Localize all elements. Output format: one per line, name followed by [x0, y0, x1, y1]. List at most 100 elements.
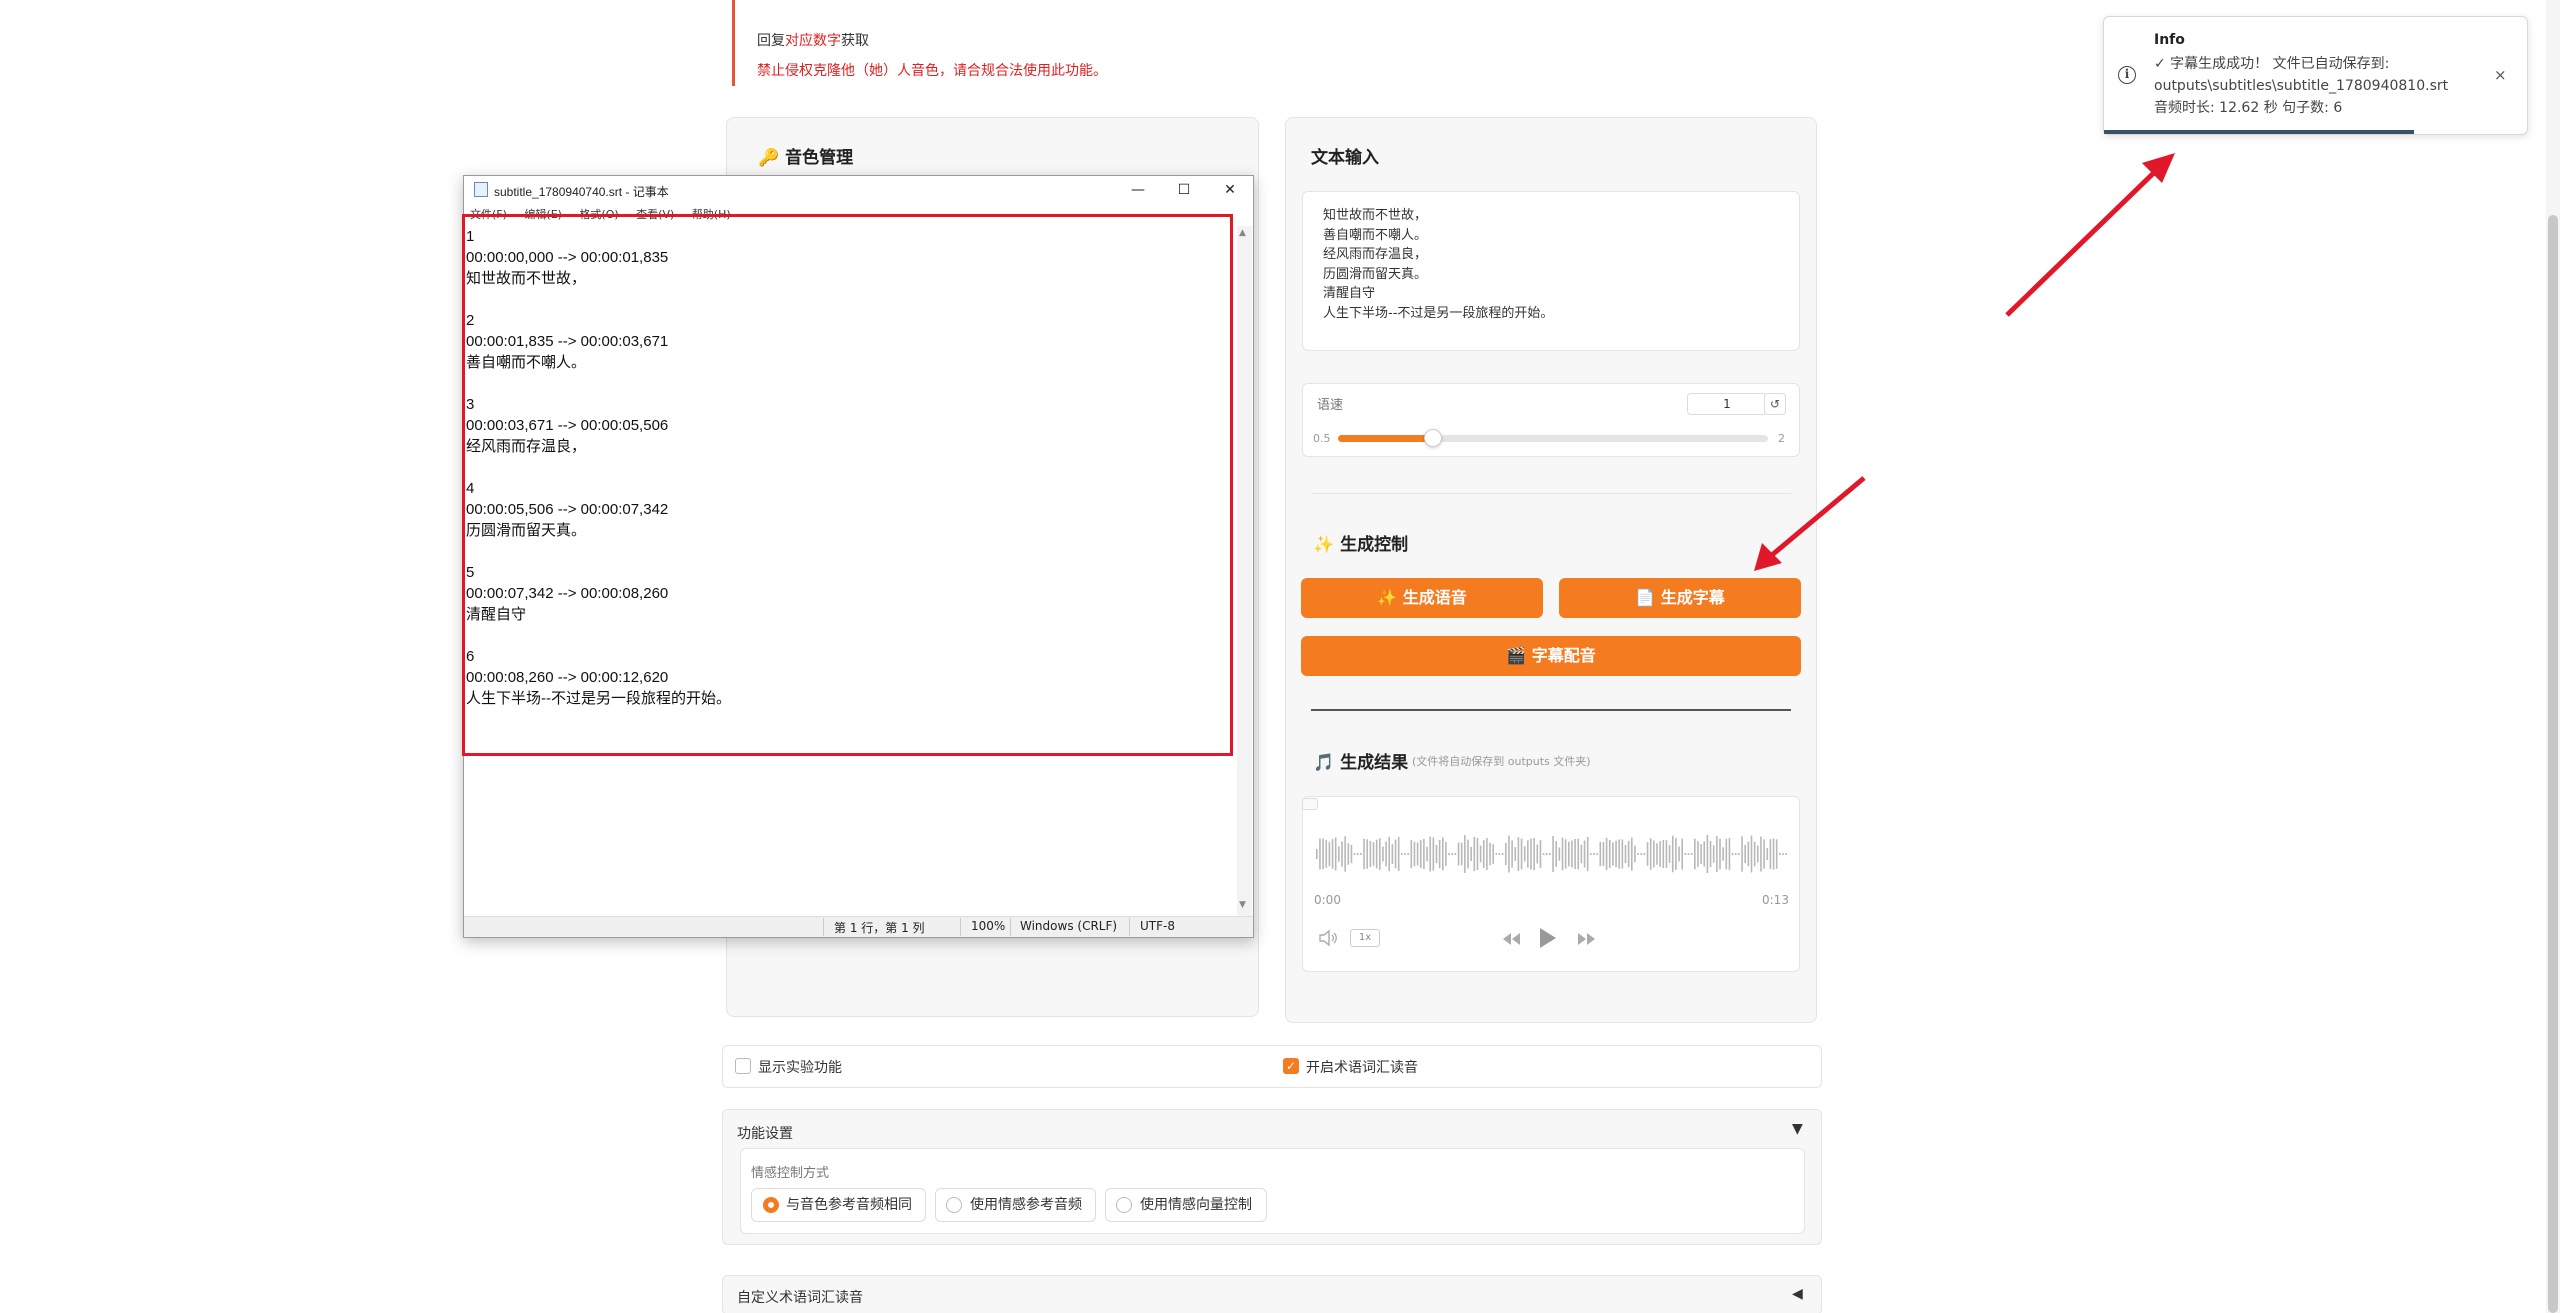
waveform-bar — [1568, 841, 1570, 867]
waveform-bar — [1363, 838, 1365, 870]
waveform-bar — [1467, 839, 1469, 869]
maximize-icon[interactable]: ☐ — [1164, 178, 1204, 202]
waveform-bar — [1687, 853, 1690, 855]
fast-forward-icon[interactable] — [1576, 930, 1598, 948]
waveform-bar — [1643, 853, 1646, 855]
waveform-bar — [1772, 838, 1775, 870]
key-icon: 🔑 — [758, 148, 780, 168]
waveform-bar — [1775, 839, 1778, 869]
settings-title[interactable]: 功能设置 — [737, 1123, 793, 1143]
waveform-bar — [1508, 835, 1510, 873]
notepad-scrollbar[interactable] — [1237, 226, 1252, 916]
waveform-bar — [1369, 840, 1372, 868]
waveform-bar — [1586, 836, 1589, 872]
waveform-bar — [1325, 840, 1328, 868]
waveform-bar — [1426, 846, 1428, 862]
audio-waveform[interactable] — [1314, 826, 1788, 882]
waveform-bar — [1615, 840, 1617, 868]
waveform-bar — [1416, 842, 1419, 866]
expand-triangle-icon[interactable]: ◀ — [1792, 1286, 1803, 1302]
waveform-bar — [1438, 839, 1441, 869]
status-separator — [823, 918, 824, 936]
waveform-bar — [1451, 853, 1454, 855]
waveform-bar — [1741, 836, 1743, 872]
waveform-bar — [1668, 845, 1671, 863]
generate-subtitle-label: 生成字幕 — [1660, 588, 1725, 607]
waveform-bar — [1757, 845, 1759, 863]
minimize-icon[interactable]: — — [1118, 178, 1158, 202]
collapse-triangle-icon[interactable]: ▼ — [1792, 1121, 1803, 1137]
waveform-bar — [1464, 835, 1466, 873]
waveform-bar — [1432, 837, 1435, 871]
speed-slider-thumb[interactable] — [1423, 429, 1442, 447]
waveform-bar — [1653, 840, 1655, 868]
waveform-bar — [1375, 839, 1378, 869]
waveform-bar — [1331, 839, 1334, 869]
generate-voice-label: 生成语音 — [1402, 588, 1467, 607]
experimental-checkbox[interactable] — [735, 1058, 751, 1074]
generation-control-header: ✨ 生成控制 — [1313, 530, 1408, 555]
page-scrollbar-thumb[interactable] — [2548, 215, 2558, 1313]
speed-slider-track[interactable] — [1338, 435, 1768, 442]
close-icon[interactable]: ✕ — [1210, 178, 1250, 202]
waveform-bar — [1527, 840, 1529, 868]
waveform-bar — [1542, 853, 1545, 855]
waveform-bar — [1734, 853, 1737, 855]
waveform-bar — [1492, 844, 1494, 864]
voice-panel-title: 音色管理 — [785, 148, 854, 168]
notice-box: 回复对应数字获取 禁止侵权克隆他（她）人音色，请合规合法使用此功能。 — [732, 0, 1272, 86]
custom-terms-title[interactable]: 自定义术语词汇读音 — [737, 1287, 863, 1307]
waveform-bar — [1555, 841, 1557, 867]
waveform-bar — [1353, 853, 1356, 855]
scroll-down-icon[interactable]: ▼ — [1239, 900, 1246, 910]
waveform-bar — [1779, 853, 1781, 855]
waveform-bar — [1360, 853, 1362, 855]
subtitle-dub-button[interactable]: 🎬 字幕配音 — [1301, 636, 1801, 676]
speed-label: 语速 — [1317, 398, 1344, 413]
clapperboard-icon: 🎬 — [1506, 646, 1532, 665]
waveform-bar — [1423, 838, 1425, 870]
radio-unselected[interactable] — [1116, 1197, 1132, 1213]
audio-label-tab — [1302, 798, 1318, 810]
result-divider — [1311, 709, 1791, 711]
waveform-bar — [1571, 840, 1573, 868]
emotion-option-label: 使用情感向量控制 — [1140, 1197, 1252, 1213]
experimental-label: 显示实验功能 — [758, 1060, 842, 1076]
volume-icon[interactable] — [1318, 929, 1340, 947]
radio-unselected[interactable] — [946, 1197, 962, 1213]
waveform-bar — [1366, 839, 1368, 869]
waveform-bar — [1536, 844, 1539, 864]
toast-title: Info — [2154, 32, 2185, 48]
generate-voice-button[interactable]: ✨ 生成语音 — [1301, 578, 1543, 618]
waveform-bar — [1517, 837, 1520, 871]
toast-close-icon[interactable]: × — [2494, 66, 2507, 84]
waveform-bar — [1624, 844, 1627, 864]
scroll-up-icon[interactable]: ▲ — [1239, 228, 1246, 238]
waveform-bar — [1549, 853, 1551, 855]
generate-subtitle-button[interactable]: 📄 生成字幕 — [1559, 578, 1801, 618]
result-header: 🎵 生成结果 — [1313, 748, 1408, 773]
radio-selected[interactable] — [763, 1197, 779, 1213]
waveform-bar — [1552, 836, 1554, 872]
waveform-bar — [1356, 853, 1359, 855]
rewind-icon[interactable] — [1500, 930, 1522, 948]
term-reading-checkbox[interactable]: ✓ — [1283, 1058, 1299, 1074]
waveform-bar — [1379, 838, 1381, 870]
waveform-bar — [1612, 842, 1614, 866]
waveform-bar — [1486, 838, 1488, 870]
waveform-bar — [1407, 853, 1409, 855]
waveform-bar — [1712, 845, 1715, 863]
waveform-bar — [1747, 841, 1750, 867]
waveform-bar — [1482, 840, 1485, 868]
reset-icon[interactable]: ↺ — [1764, 393, 1786, 415]
play-icon[interactable] — [1538, 926, 1558, 950]
playback-speed-button[interactable]: 1x — [1350, 929, 1380, 947]
waveform-bar — [1347, 843, 1350, 865]
waveform-bar — [1394, 839, 1397, 869]
text-input-area[interactable]: 知世故而不世故， 善自嘲而不嘲人。 经风雨而存温良， 历圆滑而留天真。 清醒自守… — [1302, 191, 1800, 351]
waveform-bar — [1442, 837, 1444, 871]
waveform-bar — [1631, 837, 1633, 871]
speed-number-input[interactable]: 1 — [1687, 393, 1767, 415]
waveform-bar — [1419, 840, 1422, 868]
waveform-bar — [1716, 836, 1718, 872]
